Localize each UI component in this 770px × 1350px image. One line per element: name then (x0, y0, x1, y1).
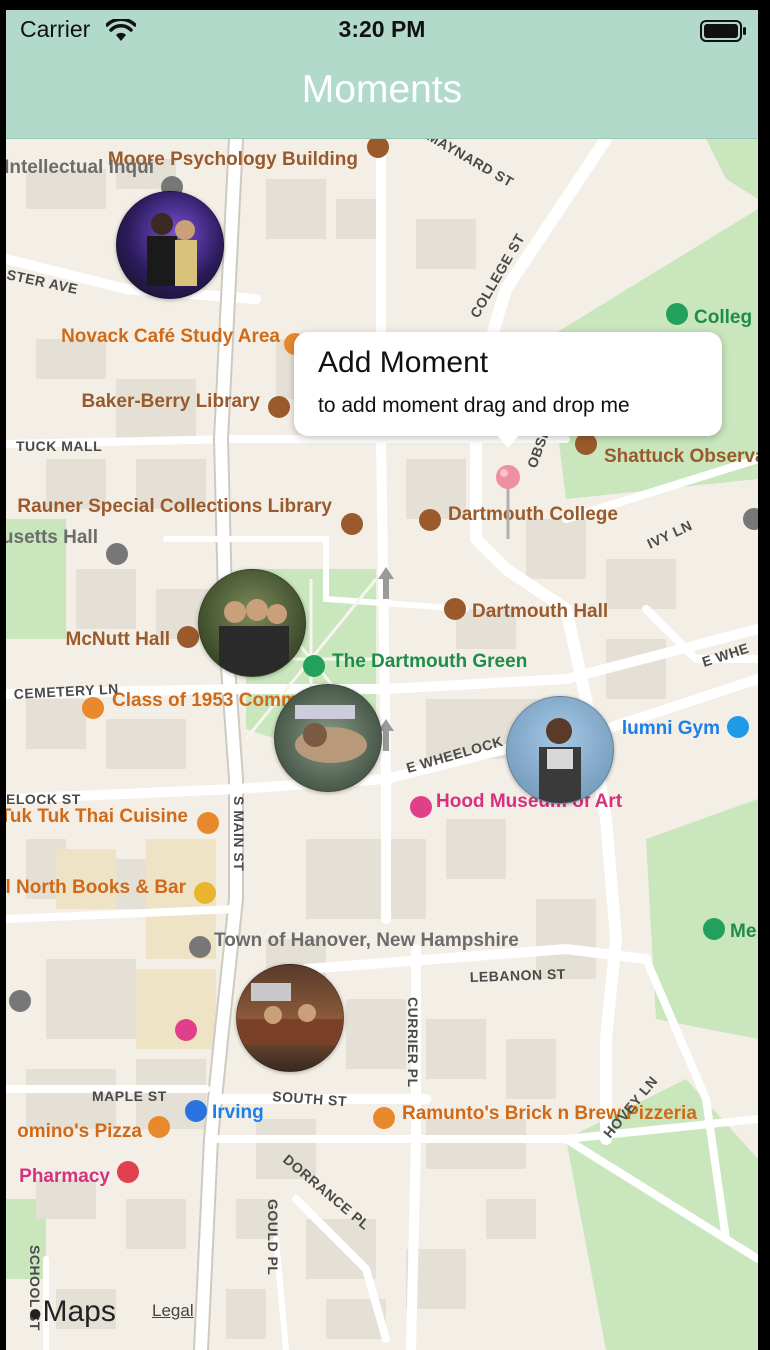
maps-attribution-logo: ●Maps (28, 1295, 116, 1329)
street-label: MAPLE ST (92, 1088, 167, 1104)
place-label: Baker-Berry Library (82, 391, 261, 412)
street-label: ELOCK ST (6, 791, 81, 807)
page-title: Moments (301, 68, 463, 111)
callout-subtitle: to add moment drag and drop me (318, 394, 630, 417)
callout-pointer (496, 434, 520, 448)
navigation-bar: Moments (6, 54, 758, 139)
place-label: Town of Hanover, New Hampshire (214, 930, 519, 951)
place-label: omino's Pizza (17, 1121, 142, 1142)
place-label: Dartmouth Hall (472, 601, 608, 622)
place-label: habazz Center for Intellectual Inqui (6, 157, 154, 178)
moment-photo-4[interactable] (506, 696, 614, 804)
add-moment-callout[interactable]: Add Moment to add moment drag and drop m… (294, 332, 722, 436)
moment-photo-5[interactable] (236, 964, 344, 1072)
street-label: GOULD PL (265, 1199, 281, 1275)
place-label: Dartmouth College (448, 504, 618, 525)
place-label: Still North Books & Bar (6, 877, 187, 898)
legal-link[interactable]: Legal (152, 1301, 194, 1321)
moment-photo-3[interactable] (274, 684, 382, 792)
moment-photo-2[interactable] (198, 569, 306, 677)
place-label: Ramunto's Brick n Brew Pizzeria (402, 1103, 697, 1124)
moment-photo-1[interactable] (116, 191, 224, 299)
street-label: S MAIN ST (231, 796, 247, 871)
status-bar: Carrier 3:20 PM (6, 10, 758, 54)
battery-icon (700, 20, 746, 42)
map-view[interactable]: Moore Psychology Building habazz Center … (6, 139, 758, 1350)
place-label: Novack Café Study Area (61, 326, 280, 347)
street-label: CURRIER PL (405, 997, 421, 1088)
place-label: Irving (212, 1102, 264, 1123)
place-label: Shattuck Observatory (604, 446, 758, 467)
map-canvas[interactable]: Moore Psychology Building habazz Center … (6, 139, 758, 1350)
place-label: Rauner Special Collections Library (17, 496, 332, 517)
callout-title: Add Moment (318, 346, 489, 379)
phone-screen: Carrier 3:20 PM Moments Moore Psychology… (6, 10, 758, 1350)
place-label: Tuk Tuk Thai Cuisine (6, 806, 188, 827)
place-label: North chusetts Hall (6, 527, 98, 548)
clock: 3:20 PM (338, 16, 426, 42)
place-label: McNutt Hall (66, 629, 171, 650)
place-label: The Dartmouth Green (332, 651, 527, 672)
street-label: LEBANON ST (470, 966, 566, 985)
place-label: Colleg (694, 307, 752, 328)
maps-logo-text: Maps (42, 1295, 116, 1328)
place-label: Me (730, 921, 756, 942)
street-label: TUCK MALL (16, 438, 102, 454)
place-label: lumni Gym (622, 718, 720, 739)
apple-logo-icon: ● (28, 1300, 43, 1327)
place-label: Pharmacy (19, 1166, 110, 1187)
